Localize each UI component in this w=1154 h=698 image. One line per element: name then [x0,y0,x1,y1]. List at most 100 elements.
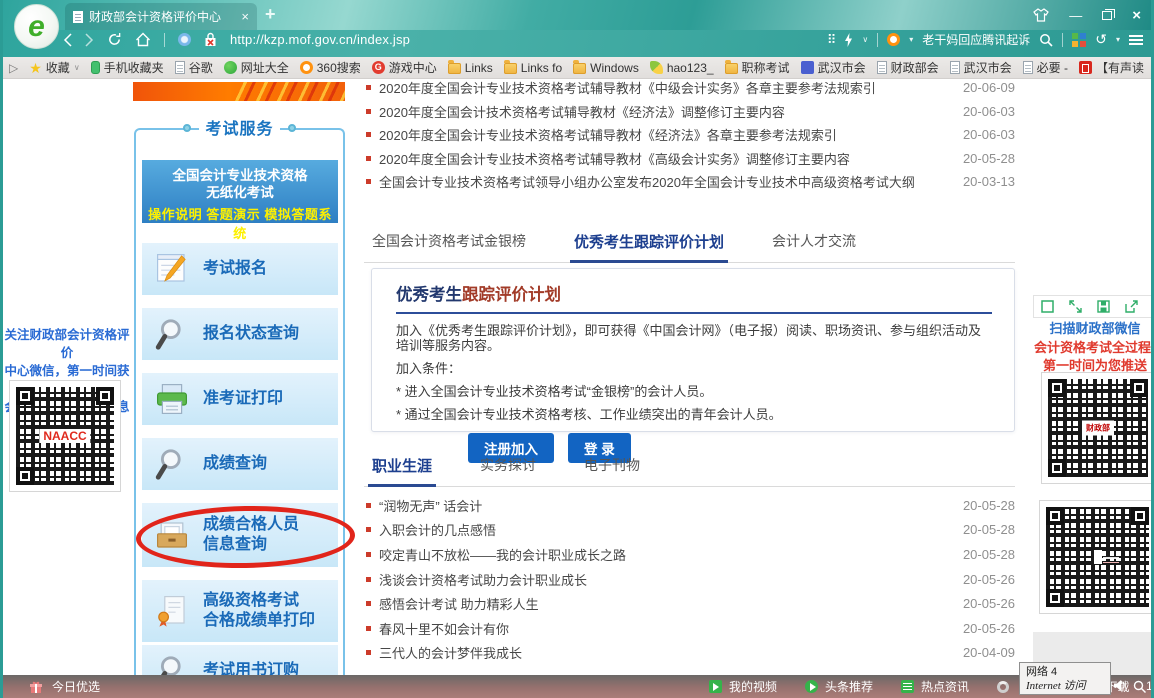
zoom-search-icon[interactable] [1133,680,1146,693]
article-item[interactable]: 春风十里不如会计有你20-05-26 [364,616,1015,641]
article-title[interactable]: 感悟会计考试 助力精彩人生 [379,594,953,613]
news-title[interactable]: 2020年度全国会计专业技术资格考试辅导教材《经济法》各章主要参考法规索引 [379,125,953,144]
qr-center-emblem: 财政部 [1082,421,1114,436]
bookmark-item[interactable]: 武汉市会 [801,59,866,76]
bookmark-item[interactable]: 财政部会 [877,59,939,76]
bookmarks-expander-icon[interactable]: ▷ [9,61,18,75]
my-videos-button[interactable]: 我的视频 [729,678,777,695]
close-button[interactable]: × [1132,7,1141,24]
site-icon[interactable] [178,33,191,46]
zoom-level[interactable]: 110 [1146,679,1154,693]
article-title[interactable]: 春风十里不如会计有你 [379,619,953,638]
bookmark-item[interactable]: 必要 - [1023,59,1068,76]
banner-links[interactable]: 操作说明 答题演示 模拟答题系统 [142,204,338,242]
qr-center-label: NAACC [39,429,90,443]
restore-button[interactable] [1102,11,1112,20]
bookmark-item[interactable]: 谷歌 [175,59,213,76]
chevron-down-icon[interactable]: ∨ [862,35,868,44]
tab-e-publications[interactable]: 电子刊物 [584,455,640,476]
headlines-button[interactable]: 头条推荐 [825,678,873,695]
bookmark-item[interactable]: 武汉市会 [950,59,1012,76]
undo-icon[interactable]: ↺ [1095,31,1107,48]
bullet-icon [366,156,371,161]
news-title[interactable]: 2020年度全国会计技术资格考试辅导教材《经济法》调整修订主要内容 [379,102,953,121]
forward-button[interactable] [85,33,94,47]
sidebar-item-score-inquiry[interactable]: 成绩查询 [142,438,338,490]
bookmark-item[interactable]: 【有声读 [1079,59,1144,76]
chevron-down-icon[interactable]: ▾ [909,35,913,44]
news-title[interactable]: 2020年度全国会计专业技术资格考试辅导教材《中级会计实务》各章主要参考法规索引 [379,79,953,97]
article-item[interactable]: 浅谈会计资格考试助力会计职业成长20-05-26 [364,567,1015,592]
article-item[interactable]: “润物无声” 话会计20-05-28 [364,493,1015,518]
article-title[interactable]: 浅谈会计资格考试助力会计职业成长 [379,570,953,589]
sidebar-item-advanced-score-report-print[interactable]: 高级资格考试合格成绩单打印 [142,580,338,642]
article-item[interactable]: 三代人的会计梦伴我成长20-04-09 [364,641,1015,666]
sidebar-item-exam-registration[interactable]: 考试报名 [142,243,338,295]
news-title[interactable]: 2020年度全国会计专业技术资格考试辅导教材《高级会计实务》调整修订主要内容 [379,149,953,168]
browser-tab[interactable]: 财政部会计资格评价中心 × [65,3,257,30]
bookmark-item[interactable]: Links fo [504,61,562,75]
news-title[interactable]: 全国会计专业技术资格考试领导小组办公室发布2020年全国会计专业技术中高级资格考… [379,172,953,191]
new-tab-button[interactable]: + [265,4,276,25]
apps-grid-icon[interactable] [1072,33,1086,47]
browser-logo-icon[interactable]: e [14,4,59,49]
chevron-down-icon[interactable]: ▾ [1116,35,1120,44]
skin-icon[interactable] [1033,8,1049,22]
favorites-button[interactable]: ★ 收藏 ∨ [29,59,79,76]
bookmark-item[interactable]: 360搜索 [300,59,361,76]
bookmark-item[interactable]: Windows [573,61,639,75]
refresh-button[interactable] [107,32,122,47]
menu-icon[interactable] [1129,35,1143,45]
page-icon [950,61,960,74]
article-title[interactable]: 三代人的会计梦伴我成长 [379,643,953,662]
article-item[interactable]: 咬定青山不放松——我的会计职业成长之路20-05-28 [364,542,1015,567]
bookmark-item[interactable]: 职称考试 [725,59,790,76]
sidebar-item-exam-book-order[interactable]: 考试用书订购 [142,645,338,675]
lock-broken-icon[interactable] [204,32,217,47]
bookmark-item[interactable]: 游戏中心 [372,59,437,76]
hotspots-button[interactable]: 热点资讯 [921,678,969,695]
sidebar-item-registration-status[interactable]: 报名状态查询 [142,308,338,360]
sidebar-banner-image[interactable] [133,82,345,101]
news-item[interactable]: 2020年度全国会计专业技术资格考试辅导教材《经济法》各章主要参考法规索引20-… [364,123,1015,147]
bookmark-item[interactable]: 网址大全 [224,59,289,76]
article-item[interactable]: 入职会计的几点感悟20-05-28 [364,518,1015,543]
dot-decoration [183,124,191,132]
tab-close-icon[interactable]: × [241,9,249,24]
url-text[interactable]: http://kzp.mof.gov.cn/index.jsp [230,32,410,47]
minimize-button[interactable]: — [1069,8,1082,23]
share-icon[interactable] [1125,300,1138,313]
home-button[interactable] [135,32,151,47]
paperless-exam-banner[interactable]: 全国会计专业技术资格 无纸化考试 操作说明 答题演示 模拟答题系统 [142,160,338,223]
save-icon[interactable] [1097,300,1110,313]
article-title[interactable]: “润物无声” 话会计 [379,496,953,515]
bookmark-item[interactable]: Links [448,61,493,75]
search-icon[interactable] [1039,33,1053,47]
hot-search-text[interactable]: 老干妈回应腾讯起诉 [922,31,1030,48]
back-button[interactable] [63,33,72,47]
tab-career[interactable]: 职业生涯 [372,455,432,476]
news-item[interactable]: 2020年度全国会计技术资格考试辅导教材《经济法》调整修订主要内容20-06-0… [364,100,1015,124]
tab-gold-silver-list[interactable]: 全国会计资格考试金银榜 [372,231,526,252]
news-item[interactable]: 2020年度全国会计专业技术资格考试辅导教材《高级会计实务》调整修订主要内容20… [364,147,1015,171]
featured-today[interactable]: 今日优选 [29,675,100,698]
speed-ball-icon[interactable] [997,681,1009,693]
news-item[interactable]: 2020年度全国会计专业技术资格考试辅导教材《中级会计实务》各章主要参考法规索引… [364,79,1015,100]
article-item[interactable]: 感悟会计考试 助力精彩人生20-05-26 [364,591,1015,616]
sidebar-item-admission-ticket-print[interactable]: 准考证打印 [142,373,338,425]
tab-practice-discussion[interactable]: 实务探讨 [480,455,536,476]
drag-grid-icon[interactable]: ⠿ [827,32,836,48]
news-item[interactable]: 全国会计专业技术资格考试领导小组办公室发布2020年全国会计专业技术中高级资格考… [364,170,1015,194]
tab-talent-exchange[interactable]: 会计人才交流 [772,231,856,252]
lightning-icon[interactable] [844,33,853,47]
tab-outstanding-candidates[interactable]: 优秀考生跟踪评价计划 [574,231,724,252]
search-engine-icon[interactable] [887,33,900,46]
bookmark-item[interactable]: 手机收藏夹 [91,59,164,76]
bookmark-item[interactable]: hao123_ [650,61,714,75]
screenshot-icon[interactable] [1041,300,1054,313]
article-title[interactable]: 咬定青山不放松——我的会计职业成长之路 [379,545,953,564]
expand-arrows-icon[interactable] [1069,300,1082,313]
speaker-icon[interactable] [1113,679,1127,692]
network-name: 网络 4 [1026,665,1104,679]
article-title[interactable]: 入职会计的几点感悟 [379,520,953,539]
